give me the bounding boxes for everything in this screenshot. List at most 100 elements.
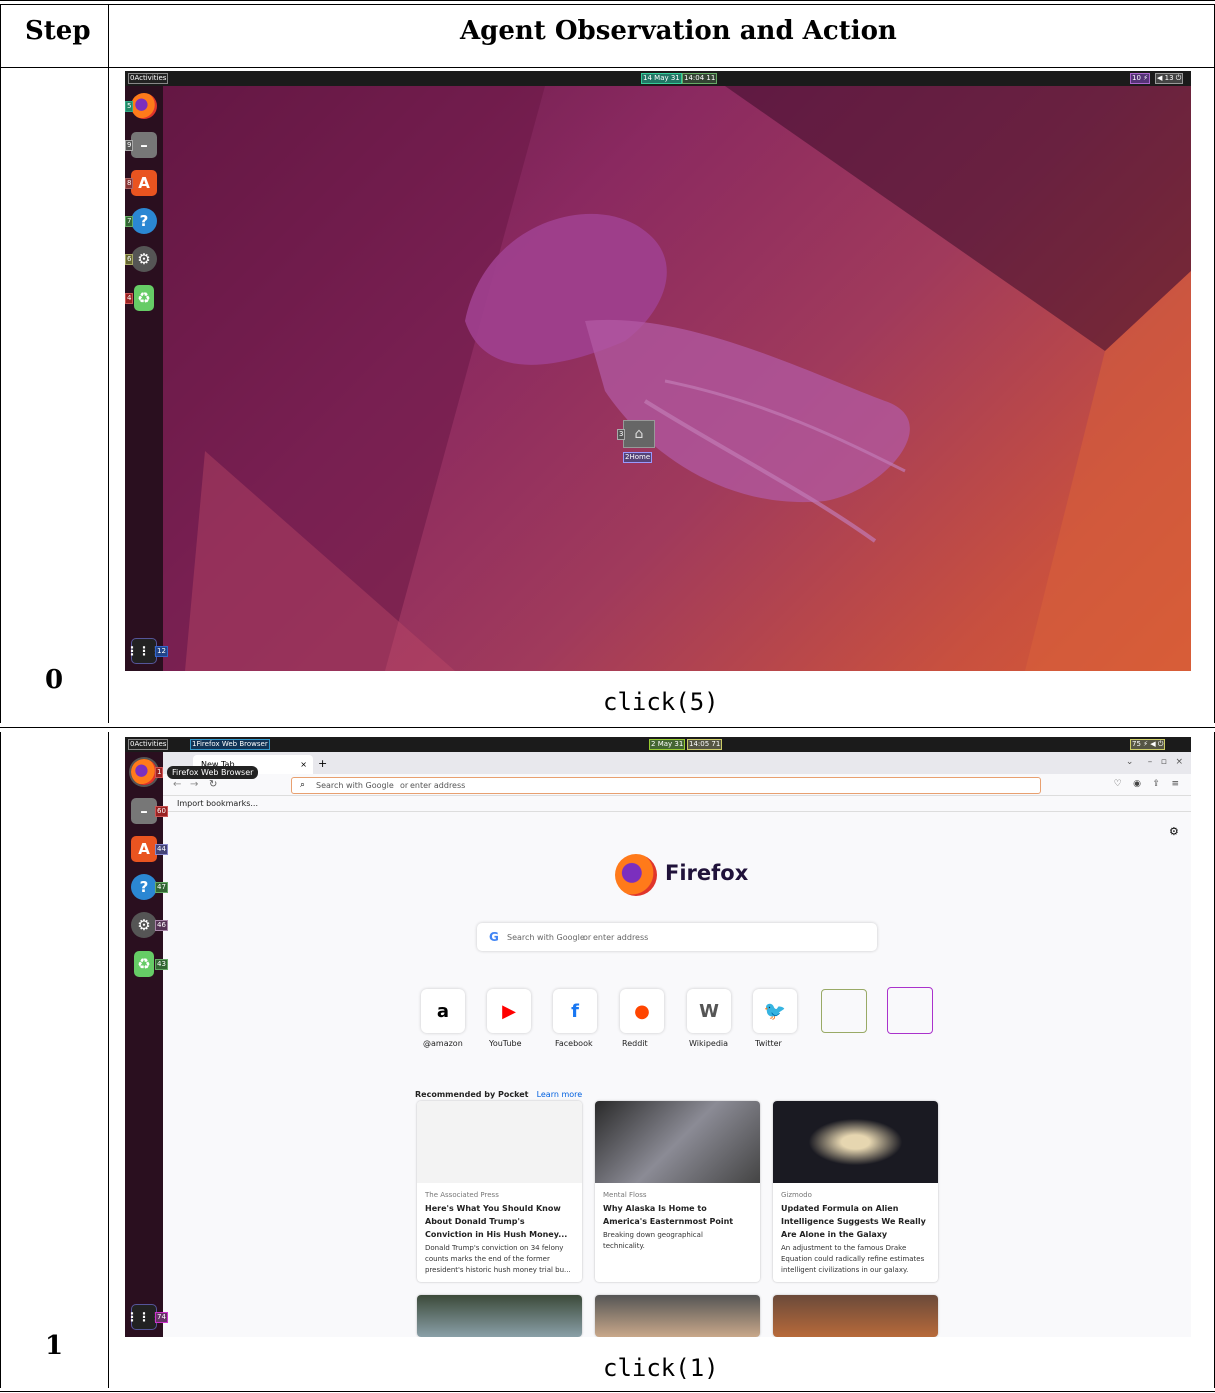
article-card[interactable]: Gizmodo Updated Formula on Alien Intellige… — [773, 1101, 938, 1282]
back-icon[interactable]: ← — [173, 779, 181, 790]
network-icon[interactable]: 10 ⚡ — [1130, 73, 1151, 84]
article-title-line: America's Easternmost Point — [603, 1217, 734, 1226]
url-placeholder: Search with Google — [316, 781, 394, 790]
tag-label: 3 — [617, 429, 626, 440]
tag-label: 7 — [125, 216, 134, 227]
shortcut-tile[interactable]: f — [553, 989, 597, 1033]
home-folder-icon[interactable]: ⌂ — [623, 420, 655, 448]
search-icon: ⌕ — [300, 780, 306, 790]
shortcut-label: Reddit — [622, 1039, 648, 1048]
settings-dock-icon[interactable]: ⚙ — [131, 912, 157, 938]
article-excerpt-line: president's historic hush money trial bu… — [425, 1266, 571, 1274]
app-center-dock-icon[interactable]: A — [131, 836, 157, 862]
shortcut-icon: a — [436, 1000, 450, 1022]
activities-button[interactable]: 0Activities — [128, 739, 169, 750]
settings-dock-icon[interactable]: ⚙ — [131, 246, 157, 272]
header-step: Step — [25, 16, 91, 46]
tag-label: 74 — [155, 1312, 168, 1323]
article-source: Gizmodo — [781, 1191, 812, 1199]
tag-label: 60 — [155, 806, 168, 817]
pocket-heading: Recommended by Pocket Learn more — [415, 1090, 583, 1099]
forward-icon[interactable]: → — [190, 779, 198, 790]
tag-label: 8 — [125, 178, 134, 189]
tag-label: 4 — [125, 293, 134, 304]
clock[interactable]: 14:05 71 — [687, 739, 723, 750]
import-bookmarks-link[interactable]: Import bookmarks... — [177, 799, 258, 808]
shortcut-tile[interactable]: W — [687, 989, 731, 1033]
content-search-or: or — [583, 933, 592, 942]
shortcut-icon: f — [571, 1000, 579, 1022]
tooltip: Firefox Web Browser — [167, 766, 259, 779]
reload-icon[interactable]: ↻ — [209, 779, 217, 790]
trash-dock-icon[interactable]: ♻ — [134, 285, 154, 311]
shortcut-tile[interactable]: 🐦 — [753, 989, 797, 1033]
nav-toolbar: ← → ↻ ⌕ Search with Google or enter addr… — [163, 774, 1191, 796]
app-menu[interactable]: 1Firefox Web Browser — [190, 739, 270, 750]
article-source: Mental Floss — [603, 1191, 647, 1199]
activities-button[interactable]: 0Activities — [128, 73, 169, 84]
dock: 1 – 60 A 44 ? 47 ⚙ 46 ♻ 43 ⋮⋮⋮ 74 — [125, 752, 168, 1337]
article-excerpt-line: counts marks the end of the former — [425, 1255, 550, 1263]
show-apps-icon[interactable]: ⋮⋮⋮ — [126, 638, 162, 664]
shortcut-tile[interactable]: ● — [620, 989, 664, 1033]
article-image — [773, 1101, 938, 1183]
shortcut-tile[interactable]: ▶ — [487, 989, 531, 1033]
firefox-dock-icon[interactable] — [131, 93, 157, 119]
window-controls[interactable]: ⌄ – ▫ × — [1126, 757, 1183, 767]
empty-shortcut[interactable] — [887, 987, 933, 1034]
tag-label: 6 — [125, 254, 134, 265]
close-tab-icon[interactable]: × — [300, 760, 307, 769]
power-icon[interactable]: ◀ 13 ⏻ — [1155, 73, 1184, 84]
google-icon: G — [489, 930, 499, 944]
article-card[interactable] — [773, 1295, 938, 1337]
help-dock-icon[interactable]: ? — [131, 208, 157, 234]
top-bar: 0Activities 1Firefox Web Browser 2 May 3… — [125, 737, 1191, 752]
article-card[interactable] — [595, 1295, 760, 1337]
trash-dock-icon[interactable]: ♻ — [134, 951, 154, 977]
date-tag[interactable]: 2 May 31 — [649, 739, 686, 750]
article-source: The Associated Press — [425, 1191, 499, 1199]
shortcut-icon: 🐦 — [763, 1000, 787, 1022]
help-dock-icon[interactable]: ? — [131, 874, 157, 900]
content-search-box[interactable]: G Search with Google or enter address — [477, 923, 877, 951]
tag-label: 9 — [125, 140, 134, 151]
app-center-dock-icon[interactable]: A — [131, 170, 157, 196]
toolbar-icons[interactable]: ♡ ◉ ⇪ ≡ — [1114, 779, 1179, 789]
dock: 5 – 9 A 8 ? 7 ⚙ 6 ♻ 4 ⋮⋮⋮ 12 — [125, 86, 168, 671]
tag-label: 43 — [155, 959, 168, 970]
new-tab-button[interactable]: + — [318, 757, 327, 770]
system-tray[interactable]: 75 ⚡ ◀ ⏻ — [1130, 739, 1166, 750]
article-excerpt-line: Breaking down geographical — [603, 1231, 703, 1239]
learn-more-link[interactable]: Learn more — [537, 1090, 583, 1099]
article-title-line: Are Alone in the Galaxy — [781, 1230, 888, 1239]
article-title-line: Here's What You Should Know — [425, 1204, 561, 1213]
home-label[interactable]: 2Home — [623, 452, 653, 463]
bookmarks-bar: Import bookmarks... — [163, 796, 1191, 812]
article-card[interactable] — [417, 1295, 582, 1337]
article-title-line: Conviction in His Hush Money... — [425, 1230, 568, 1239]
shortcut-icon: W — [699, 1000, 719, 1022]
clock[interactable]: 14:04 11 — [682, 73, 718, 84]
shortcut-tile[interactable]: a — [421, 989, 465, 1033]
firefox-screenshot: 0Activities 1Firefox Web Browser 2 May 3… — [125, 737, 1191, 1337]
page-settings-icon[interactable]: ⚙ — [1169, 825, 1179, 838]
tag-label: 12 — [155, 646, 168, 657]
tag-label: 5 — [125, 101, 134, 112]
wallpaper-jellyfish — [125, 86, 1191, 671]
article-card[interactable]: Mental Floss Why Alaska Is Home to America… — [595, 1101, 760, 1282]
show-apps-icon[interactable]: ⋮⋮⋮ — [126, 1304, 162, 1330]
date-tag[interactable]: 14 May 31 — [641, 73, 682, 84]
firefox-wordmark: Firefox — [665, 861, 749, 885]
article-image — [417, 1101, 582, 1183]
article-title-line: Why Alaska Is Home to — [603, 1204, 707, 1213]
firefox-dock-icon[interactable] — [131, 759, 157, 785]
url-bar[interactable]: ⌕ Search with Google or enter address — [291, 777, 1041, 794]
top-bar: 0Activities 14 May 31 14:04 11 10 ⚡ ◀ 13… — [125, 71, 1191, 86]
tab-bar: New Tab × + ⌄ – ▫ × — [163, 752, 1191, 774]
tag-label: 1 — [155, 767, 164, 778]
article-excerpt-line: technicality. — [603, 1242, 645, 1250]
empty-shortcut[interactable] — [821, 989, 867, 1033]
files-dock-icon[interactable]: – — [131, 798, 157, 824]
article-card[interactable]: The Associated Press Here's What You Shou… — [417, 1101, 582, 1282]
files-dock-icon[interactable]: – — [131, 132, 157, 158]
